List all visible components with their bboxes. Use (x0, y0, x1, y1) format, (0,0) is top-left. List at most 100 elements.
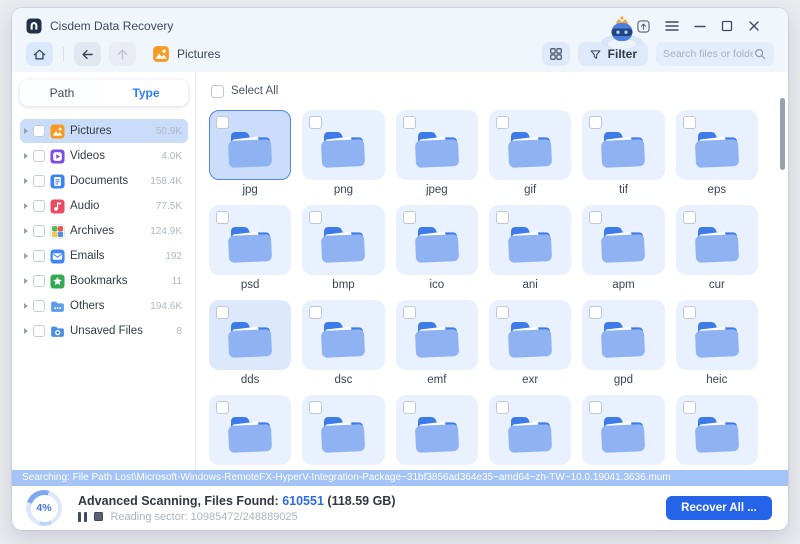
scan-status-line: Advanced Scanning, Files Found: 610551 (… (78, 493, 396, 508)
folder-label: emf (427, 374, 447, 386)
item-checkbox[interactable] (33, 275, 45, 287)
folder-cell-dsc: dsc (302, 300, 385, 391)
minimize-icon[interactable] (694, 20, 706, 32)
sidebar-tab-type[interactable]: Type (104, 80, 188, 106)
folder-icon (415, 322, 459, 358)
folder-tile-gpd[interactable] (582, 300, 665, 370)
folder-tile-psd[interactable] (209, 205, 292, 275)
close-icon[interactable] (748, 20, 760, 32)
recover-all-button[interactable]: Recover All ... (666, 496, 772, 520)
unsaved-icon (50, 324, 65, 339)
up-button[interactable] (109, 42, 136, 66)
sidebar-item-documents[interactable]: Documents 158.4K (20, 169, 188, 193)
folder-tile[interactable] (395, 395, 478, 465)
sidebar: Path Type Pictures 50.9K Videos 4.0K Document… (12, 72, 196, 470)
folder-tile[interactable] (302, 395, 385, 465)
item-count: 124.9K (150, 225, 182, 237)
expand-caret-icon[interactable] (24, 153, 28, 159)
pause-icon[interactable] (78, 511, 87, 522)
expand-caret-icon[interactable] (24, 278, 28, 284)
folder-tile[interactable] (489, 395, 572, 465)
search-icon[interactable] (753, 47, 767, 61)
expand-caret-icon[interactable] (24, 203, 28, 209)
search-box (656, 42, 774, 66)
folder-tile-ani[interactable] (489, 205, 572, 275)
select-all-checkbox[interactable] (211, 84, 224, 98)
folder-icon (601, 417, 646, 453)
folder-cell-jpg: jpg (209, 110, 292, 201)
maximize-icon[interactable] (721, 20, 733, 32)
search-input[interactable] (663, 48, 753, 60)
sidebar-tab-path[interactable]: Path (20, 80, 104, 106)
folder-tile-emf[interactable] (395, 300, 478, 370)
folder-icon (228, 322, 273, 358)
folder-tile-jpg[interactable] (209, 110, 292, 180)
pictures-location-icon (153, 46, 169, 62)
sidebar-item-others[interactable]: Others 194.6K (20, 294, 188, 318)
stop-icon[interactable] (93, 512, 103, 521)
folder-icon (695, 227, 739, 263)
folder-tile-dds[interactable] (209, 300, 292, 370)
folder-tile[interactable] (209, 395, 292, 465)
folder-label: png (333, 184, 354, 196)
folder-label: dsc (334, 374, 353, 386)
item-checkbox[interactable] (33, 175, 45, 187)
expand-caret-icon[interactable] (24, 228, 28, 234)
sidebar-item-videos[interactable]: Videos 4.0K (20, 144, 188, 168)
home-button[interactable] (26, 42, 53, 66)
folder-tile-ico[interactable] (395, 205, 478, 275)
folder-tile-eps[interactable] (675, 110, 758, 180)
expand-caret-icon[interactable] (24, 303, 28, 309)
sidebar-item-audio[interactable]: Audio 77.5K (20, 194, 188, 218)
item-checkbox[interactable] (33, 300, 45, 312)
sidebar-item-emails[interactable]: Emails 192 (20, 244, 188, 268)
menu-icon[interactable] (665, 20, 679, 32)
topbar: Cisdem Data Recovery Pictures Filter Sea… (12, 8, 788, 72)
folder-tile-tif[interactable] (582, 110, 665, 180)
item-checkbox[interactable] (33, 200, 45, 212)
expand-caret-icon[interactable] (24, 178, 28, 184)
folder-tile-heic[interactable] (675, 300, 758, 370)
folder-tile-png[interactable] (302, 110, 385, 180)
folder-tile-exr[interactable] (489, 300, 572, 370)
folder-tile-gif[interactable] (489, 110, 572, 180)
folder-label: exr (522, 374, 539, 386)
folder-label: jpg (242, 184, 258, 196)
folder-tile-jpeg[interactable] (395, 110, 478, 180)
reading-sector-label: Reading sector: 10985472/248889025 (110, 510, 298, 523)
folder-tile-dsc[interactable] (302, 300, 385, 370)
vertical-scrollbar[interactable] (780, 98, 785, 170)
item-checkbox[interactable] (33, 250, 45, 262)
item-count: 4.0K (161, 150, 182, 162)
grid-view-button[interactable] (541, 42, 570, 66)
item-checkbox[interactable] (33, 125, 45, 137)
item-label: Archives (70, 225, 115, 237)
item-checkbox[interactable] (33, 225, 45, 237)
folder-tile-cur[interactable] (675, 205, 758, 275)
item-checkbox[interactable] (33, 325, 45, 337)
folder-cell-ico: ico (395, 205, 478, 296)
folder-cell-gpd: gpd (582, 300, 665, 391)
searching-status-strip: Searching: File Path Lost\Microsoft-Wind… (12, 470, 788, 486)
pictures-icon (50, 123, 65, 139)
expand-caret-icon[interactable] (24, 253, 28, 259)
sidebar-item-archives[interactable]: Archives 124.9K (20, 219, 188, 243)
folder-icon (695, 132, 739, 168)
item-label: Audio (70, 200, 100, 212)
folder-tile-bmp[interactable] (302, 205, 385, 275)
folder-icon (508, 132, 553, 168)
folder-cell-jpeg: jpeg (395, 110, 478, 201)
folder-tile[interactable] (582, 395, 665, 465)
back-button[interactable] (74, 42, 101, 66)
sidebar-item-bookmarks[interactable]: Bookmarks 11 (20, 269, 188, 293)
sidebar-item-pictures[interactable]: Pictures 50.9K (20, 119, 188, 143)
sidebar-item-unsaved-files[interactable]: Unsaved Files 8 (20, 319, 188, 343)
folder-icon (228, 132, 273, 168)
folder-icon (601, 227, 646, 263)
folder-tile-apm[interactable] (582, 205, 665, 275)
item-checkbox[interactable] (33, 150, 45, 162)
folder-tile[interactable] (675, 395, 758, 465)
folder-label: jpeg (425, 184, 448, 196)
expand-caret-icon[interactable] (24, 128, 28, 134)
expand-caret-icon[interactable] (24, 328, 28, 334)
